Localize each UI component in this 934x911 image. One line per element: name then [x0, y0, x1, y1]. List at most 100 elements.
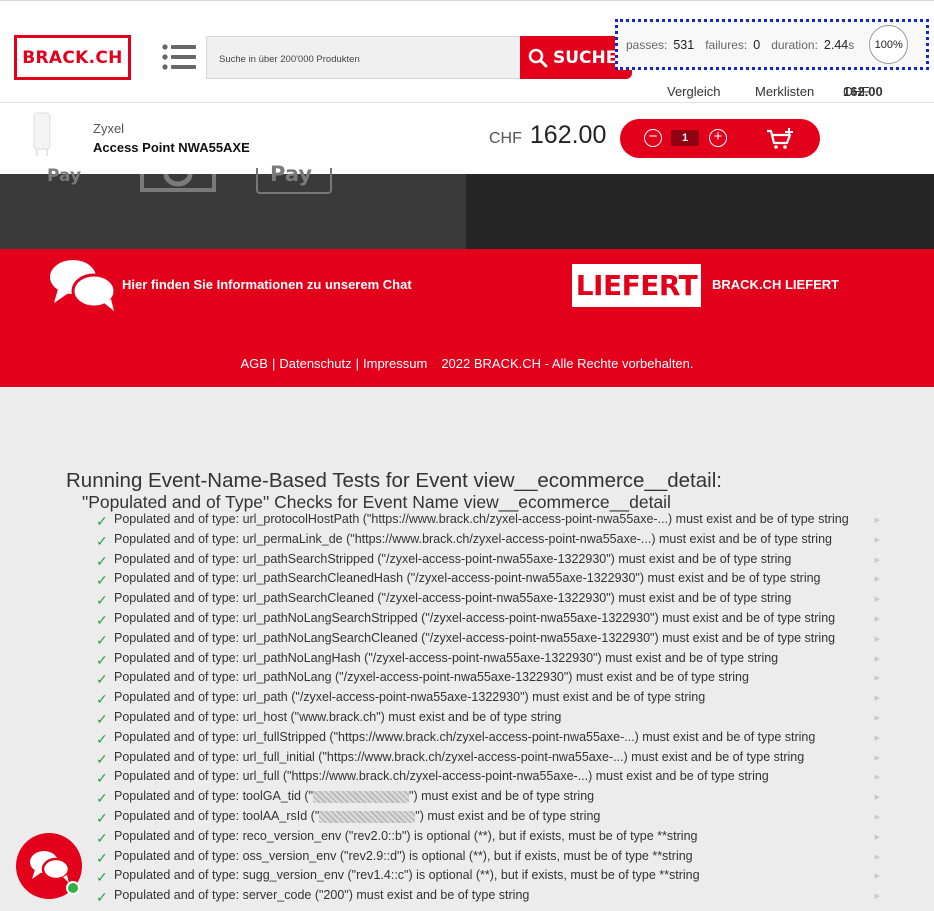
expand-icon[interactable]: ▶	[875, 694, 880, 702]
site-header: BRACK.CH SUCHEN passes:531 failures:0 du…	[0, 0, 934, 102]
check-icon: ✓	[96, 513, 108, 529]
product-brand: Zyxel	[93, 121, 125, 136]
check-icon: ✓	[96, 553, 108, 569]
sticky-product-bar: Zyxel Access Point NWA55AXE CHF 162.00 − …	[0, 102, 934, 174]
test-row[interactable]: ✓ Populated and of type: url_pathSearchCl…	[96, 571, 886, 591]
check-icon: ✓	[96, 810, 108, 826]
test-row[interactable]: ✓ Populated and of type: sugg_version_env…	[96, 868, 886, 888]
test-row[interactable]: ✓ Populated and of type: url_pathNoLangSe…	[96, 631, 886, 651]
test-row[interactable]: ✓ Populated and of type: url_pathNoLang (…	[96, 670, 886, 690]
expand-icon[interactable]: ▶	[875, 516, 880, 524]
check-icon: ✓	[96, 790, 108, 806]
expand-icon[interactable]: ▶	[875, 853, 880, 861]
search-input[interactable]	[207, 37, 521, 78]
pay-logo-2: Pay	[270, 162, 313, 186]
test-row[interactable]: ✓ Populated and of type: url_path ("/zyxe…	[96, 690, 886, 710]
test-row[interactable]: ✓ Populated and of type: url_protocolHost…	[96, 512, 886, 532]
test-row[interactable]: ✓ Populated and of type: toolGA_tid (" ") …	[96, 789, 886, 809]
product-price: CHF 162.00	[489, 121, 607, 149]
check-icon: ✓	[96, 830, 108, 846]
check-icon: ✓	[96, 711, 108, 727]
redacted-value	[319, 810, 416, 823]
duration-stat: duration: 2.44s	[771, 37, 855, 52]
cart-summary[interactable]: CHF 162.00	[843, 84, 883, 99]
agb-link[interactable]: AGB	[241, 356, 268, 371]
search-icon	[528, 48, 548, 67]
decrease-quantity-button[interactable]: −	[644, 129, 662, 147]
test-row[interactable]: ✓ Populated and of type: reco_version_env…	[96, 829, 886, 849]
test-row[interactable]: ✓ Populated and of type: url_full_initial…	[96, 750, 886, 770]
imprint-link[interactable]: Impressum	[363, 356, 427, 371]
check-icon: ✓	[96, 770, 108, 786]
compare-link[interactable]: Vergleich	[667, 84, 720, 99]
test-title: Running Event-Name-Based Tests for Event…	[66, 469, 722, 492]
expand-icon[interactable]: ▶	[875, 754, 880, 762]
test-row[interactable]: ✓ Populated and of type: server_code ("20…	[96, 888, 886, 908]
test-row[interactable]: ✓ Populated and of type: url_full ("https…	[96, 769, 886, 789]
test-row[interactable]: ✓ Populated and of type: url_host ("www.b…	[96, 710, 886, 730]
check-icon: ✓	[96, 751, 108, 767]
test-row[interactable]: ✓ Populated and of type: toolAA_rsId (" ")…	[96, 809, 886, 829]
copyright: 2022 BRACK.CH - Alle Rechte vorbehalten.	[441, 356, 694, 371]
expand-icon[interactable]: ▶	[875, 635, 880, 643]
product-thumbnail	[33, 112, 51, 156]
check-icon: ✓	[96, 592, 108, 608]
quantity-field[interactable]: 1	[671, 130, 699, 146]
add-to-cart-icon[interactable]	[765, 127, 795, 151]
test-row[interactable]: ✓ Populated and of type: url_permaLink_de…	[96, 532, 886, 552]
expand-icon[interactable]: ▶	[875, 872, 880, 880]
test-row[interactable]: ✓ Populated and of type: url_fullStripped…	[96, 730, 886, 750]
check-icon: ✓	[96, 671, 108, 687]
check-icon: ✓	[96, 632, 108, 648]
expand-icon[interactable]: ▶	[875, 595, 880, 603]
check-icon: ✓	[96, 612, 108, 628]
cash-icon	[140, 174, 216, 192]
dark-panel	[466, 174, 934, 249]
expand-icon[interactable]: ▶	[875, 615, 880, 623]
legal-links: AGB | Datenschutz | Impressum 2022 BRACK…	[240, 356, 694, 371]
expand-icon[interactable]: ▶	[875, 575, 880, 583]
pay-logo-1: Pay	[47, 166, 82, 186]
expand-icon[interactable]: ▶	[875, 655, 880, 663]
redacted-value	[313, 790, 410, 803]
expand-icon[interactable]: ▶	[875, 536, 880, 544]
check-icon: ✓	[96, 652, 108, 668]
liefert-link[interactable]: BRACK.CH LIEFERT	[712, 277, 839, 292]
test-row[interactable]: ✓ Populated and of type: oss_version_env …	[96, 849, 886, 869]
check-icon: ✓	[96, 869, 108, 885]
online-status-dot	[66, 881, 80, 895]
brack-logo[interactable]: BRACK.CH	[14, 35, 131, 80]
expand-icon[interactable]: ▶	[875, 674, 880, 682]
search-box	[206, 36, 522, 79]
test-row[interactable]: ✓ Populated and of type: url_pathNoLangSe…	[96, 611, 886, 631]
check-icon: ✓	[96, 572, 108, 588]
increase-quantity-button[interactable]: +	[709, 129, 727, 147]
expand-icon[interactable]: ▶	[875, 833, 880, 841]
chat-info-link[interactable]: Hier finden Sie Informationen zu unserem…	[122, 277, 412, 292]
check-icon: ✓	[96, 691, 108, 707]
passes-stat: passes: 531	[626, 37, 695, 52]
liefert-logo[interactable]: LIEFERT	[572, 264, 701, 307]
check-icon: ✓	[96, 889, 108, 905]
test-row[interactable]: ✓ Populated and of type: url_pathSearchSt…	[96, 552, 886, 572]
test-row[interactable]: ✓ Populated and of type: url_pathSearchCl…	[96, 591, 886, 611]
expand-icon[interactable]: ▶	[875, 734, 880, 742]
expand-icon[interactable]: ▶	[875, 892, 880, 900]
test-stats-overlay: passes: 531 failures: 0 duration: 2.44s 100…	[615, 19, 929, 70]
progress-ring: 100%	[869, 25, 909, 64]
chat-bubbles-icon	[50, 260, 117, 311]
expand-icon[interactable]: ▶	[875, 793, 880, 801]
check-icon: ✓	[96, 850, 108, 866]
expand-icon[interactable]: ▶	[875, 773, 880, 781]
menu-icon[interactable]	[162, 43, 196, 71]
test-row[interactable]: ✓ Populated and of type: url_pathNoLangHa…	[96, 651, 886, 671]
payment-methods-area: Pay Pay	[0, 162, 466, 249]
expand-icon[interactable]: ▶	[875, 813, 880, 821]
expand-icon[interactable]: ▶	[875, 556, 880, 564]
product-name: Access Point NWA55AXE	[93, 140, 250, 155]
privacy-link[interactable]: Datenschutz	[279, 356, 351, 371]
wishlists-link[interactable]: Merklisten	[755, 84, 814, 99]
check-icon: ✓	[96, 533, 108, 549]
expand-icon[interactable]: ▶	[875, 714, 880, 722]
footer: Hier finden Sie Informationen zu unserem…	[0, 249, 934, 387]
